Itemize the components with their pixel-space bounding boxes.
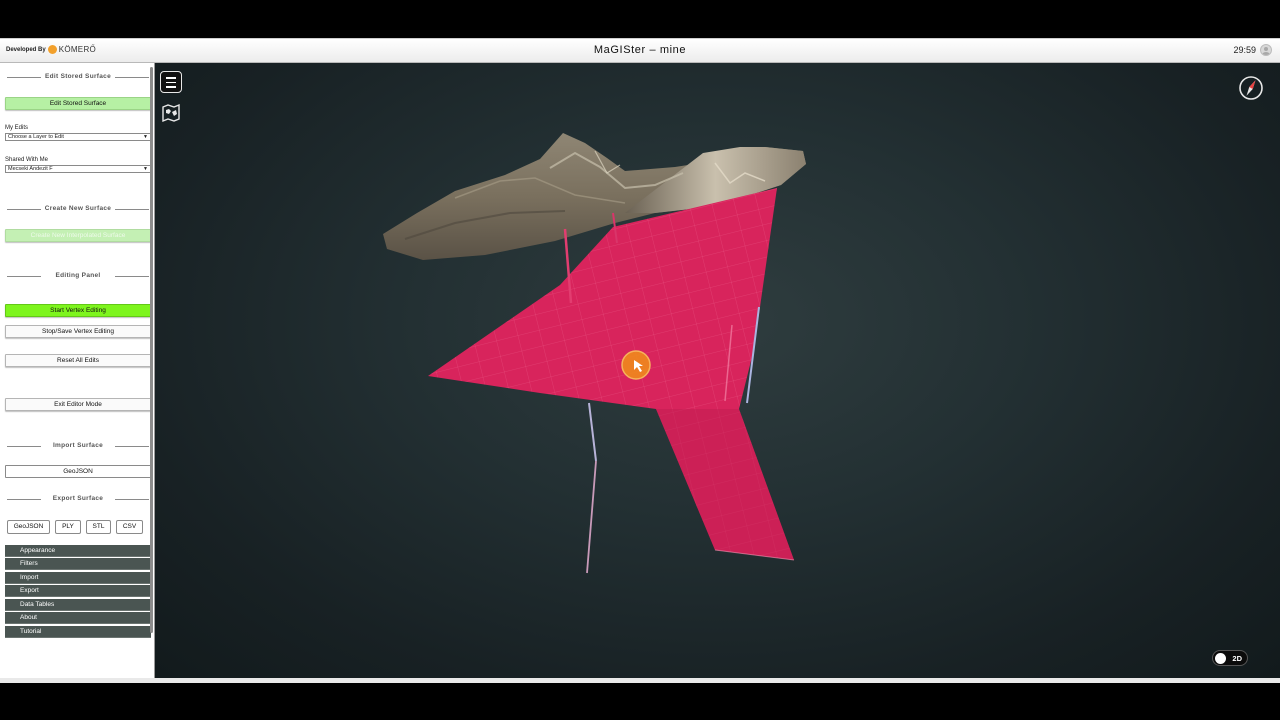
chevron-down-icon: ▼ xyxy=(143,166,148,172)
toggle-label: 2D xyxy=(1232,654,1242,663)
world-map-icon[interactable] xyxy=(160,103,182,123)
import-geojson-button[interactable]: GeoJSON xyxy=(5,465,151,478)
menu-item-filters[interactable]: Filters xyxy=(5,558,151,570)
my-edits-label: My Edits xyxy=(5,125,29,131)
menu-item-data-tables[interactable]: Data Tables xyxy=(5,599,151,611)
my-edits-select[interactable]: Choose a Layer to Edit ▼ xyxy=(5,133,151,141)
shared-with-me-label: Shared With Me xyxy=(5,157,49,163)
shared-with-me-select-value: Mecseki Andezit F xyxy=(8,166,53,172)
section-title-export: Export Surface xyxy=(5,495,151,502)
2d-3d-toggle[interactable]: 2D xyxy=(1212,650,1248,666)
reset-all-edits-button[interactable]: Reset All Edits xyxy=(5,354,151,367)
sidebar-scrollbar[interactable] xyxy=(150,67,153,633)
edit-stored-surface-button[interactable]: Edit Stored Surface xyxy=(5,97,151,110)
export-ply-button[interactable]: PLY xyxy=(55,520,81,534)
menu-item-tutorial[interactable]: Tutorial xyxy=(5,626,151,638)
export-csv-button[interactable]: CSV xyxy=(116,520,143,534)
section-title-edit-stored: Edit Stored Surface xyxy=(5,73,151,80)
menu-icon[interactable] xyxy=(160,71,182,93)
cursor-marker xyxy=(621,350,651,380)
toggle-knob xyxy=(1215,653,1226,664)
menu-item-about[interactable]: About xyxy=(5,612,151,624)
create-interpolated-surface-button[interactable]: Create New Interpolated Surface xyxy=(5,229,151,242)
compass-icon[interactable] xyxy=(1238,75,1264,101)
map-3d-viewport[interactable]: 2D xyxy=(155,63,1280,678)
start-vertex-editing-button[interactable]: Start Vertex Editing xyxy=(5,304,151,317)
my-edits-select-value: Choose a Layer to Edit xyxy=(8,134,64,140)
top-bar: Developed By KÖMERŐ MaGISter – mine 29:5… xyxy=(0,38,1280,63)
3d-scene[interactable] xyxy=(155,63,1280,678)
menu-item-export[interactable]: Export xyxy=(5,585,151,597)
menu-item-import[interactable]: Import xyxy=(5,572,151,584)
section-title-create-new: Create New Surface xyxy=(5,205,151,212)
session-clock: 29:59 xyxy=(1233,45,1256,55)
section-title-import: Import Surface xyxy=(5,442,151,449)
stop-save-vertex-editing-button[interactable]: Stop/Save Vertex Editing xyxy=(5,325,151,338)
shared-with-me-select[interactable]: Mecseki Andezit F ▼ xyxy=(5,165,151,173)
export-geojson-button[interactable]: GeoJSON xyxy=(7,520,50,534)
export-stl-button[interactable]: STL xyxy=(86,520,111,534)
user-avatar-icon[interactable] xyxy=(1260,44,1272,56)
section-title-editing-panel: Editing Panel xyxy=(5,272,151,279)
chevron-down-icon: ▼ xyxy=(143,134,148,140)
app-title: MaGISter – mine xyxy=(593,44,687,56)
exit-editor-mode-button[interactable]: Exit Editor Mode xyxy=(5,398,151,411)
bottom-bar xyxy=(0,678,1280,683)
menu-item-appearance[interactable]: Appearance xyxy=(5,545,151,557)
sidebar: Edit Stored Surface Edit Stored Surface … xyxy=(0,63,155,678)
